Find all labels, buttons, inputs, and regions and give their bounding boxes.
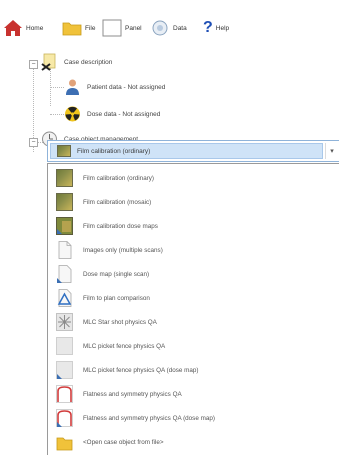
radiation-icon: [64, 105, 81, 123]
dose-data-label: Dose data - Not assigned: [87, 110, 161, 118]
flatness-dose-icon: [56, 409, 73, 427]
help-icon: ?: [203, 19, 213, 36]
option-label: Flatness and symmetry physics QA: [83, 390, 182, 398]
comparison-icon: [56, 289, 73, 307]
expand-toggle-case-object-management[interactable]: −: [29, 138, 38, 147]
folder-icon: [56, 433, 73, 451]
dropdown-option[interactable]: MLC picket fence physics QA (dose map): [56, 360, 199, 380]
dropdown-option[interactable]: Images only (multiple scans): [56, 240, 163, 260]
case-description-label: Case description: [64, 58, 113, 66]
film-dose-map-icon: [56, 217, 73, 235]
option-label: MLC picket fence physics QA (dose map): [83, 366, 199, 374]
option-label: Images only (multiple scans): [83, 246, 163, 254]
case-object-dropdown[interactable]: Film calibration (ordinary) Film calibra…: [47, 163, 339, 455]
option-label: Dose map (single scan): [83, 270, 150, 278]
file-label: File: [85, 24, 96, 32]
case-description-icon: [41, 53, 58, 71]
option-label: MLC picket fence physics QA: [83, 342, 166, 350]
film-calibration-icon: [57, 145, 71, 157]
panel-button[interactable]: Panel: [102, 17, 142, 39]
home-icon: [3, 19, 23, 37]
selected-option-label: Film calibration (ordinary): [77, 147, 151, 155]
dropdown-option[interactable]: Film calibration (mosaic): [56, 192, 151, 212]
data-label: Data: [173, 24, 187, 32]
option-label: Film calibration (mosaic): [83, 198, 152, 206]
panel-icon: [102, 19, 122, 37]
home-button[interactable]: Home: [3, 17, 43, 39]
option-label: Flatness and symmetry physics QA (dose m…: [83, 414, 215, 422]
dropdown-option[interactable]: Flatness and symmetry physics QA (dose m…: [56, 408, 215, 428]
option-label: <Open case object from file>: [83, 438, 164, 446]
film-calibration-icon: [56, 193, 73, 211]
patient-icon: [64, 78, 81, 96]
patient-data-node[interactable]: Patient data - Not assigned: [64, 78, 165, 96]
patient-data-label: Patient data - Not assigned: [87, 83, 166, 91]
dropdown-option[interactable]: Dose map (single scan): [56, 264, 149, 284]
tree-connector: [50, 87, 64, 88]
dropdown-option[interactable]: Film calibration (ordinary): [56, 168, 154, 188]
selected-option[interactable]: Film calibration (ordinary): [50, 143, 323, 159]
picket-fence-icon: [56, 337, 73, 355]
dropdown-option[interactable]: MLC picket fence physics QA: [56, 336, 165, 356]
file-button[interactable]: File: [62, 17, 95, 39]
case-description-node[interactable]: Case description: [41, 53, 112, 71]
expand-toggle-case-description[interactable]: −: [29, 60, 38, 69]
flatness-icon: [56, 385, 73, 403]
panel-label: Panel: [125, 24, 142, 32]
dropdown-option[interactable]: <Open case object from file>: [56, 432, 164, 452]
data-button[interactable]: Data: [150, 17, 187, 39]
help-label: Help: [215, 24, 230, 32]
tree-connector: [50, 114, 64, 115]
dropdown-option[interactable]: Flatness and symmetry physics QA: [56, 384, 182, 404]
chevron-down-icon[interactable]: ▾: [325, 143, 338, 159]
option-label: MLC Star shot physics QA: [83, 318, 157, 326]
film-calibration-icon: [56, 169, 73, 187]
dose-map-icon: [56, 265, 73, 283]
help-button[interactable]: ? Help: [203, 17, 229, 39]
folder-icon: [62, 19, 82, 37]
star-shot-icon: [56, 313, 73, 331]
case-object-select[interactable]: Film calibration (ordinary) ▾: [47, 140, 339, 162]
data-icon: [150, 19, 170, 37]
dropdown-option[interactable]: MLC Star shot physics QA: [56, 312, 157, 332]
toolbar: Home File Panel Data ? Help: [0, 0, 339, 46]
home-label: Home: [26, 24, 44, 32]
option-label: Film to plan comparison: [83, 294, 150, 302]
dose-data-node[interactable]: Dose data - Not assigned: [64, 105, 160, 123]
picket-fence-dose-icon: [56, 361, 73, 379]
option-label: Film calibration (ordinary): [83, 174, 155, 182]
dropdown-option[interactable]: Film to plan comparison: [56, 288, 150, 308]
dropdown-option[interactable]: Film calibration dose maps: [56, 216, 158, 236]
document-icon: [56, 241, 73, 259]
option-label: Film calibration dose maps: [83, 222, 158, 230]
